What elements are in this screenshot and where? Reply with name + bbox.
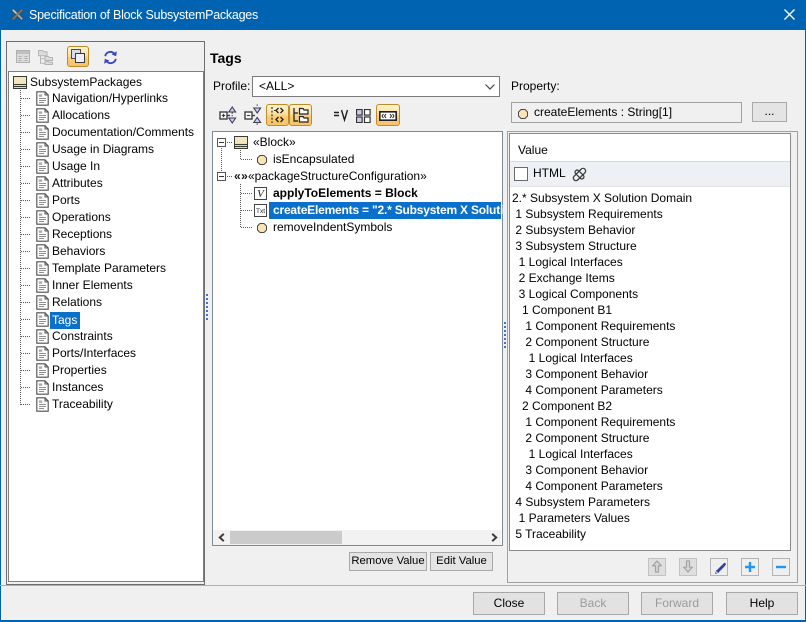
svg-text:Txt: Txt <box>256 208 265 215</box>
